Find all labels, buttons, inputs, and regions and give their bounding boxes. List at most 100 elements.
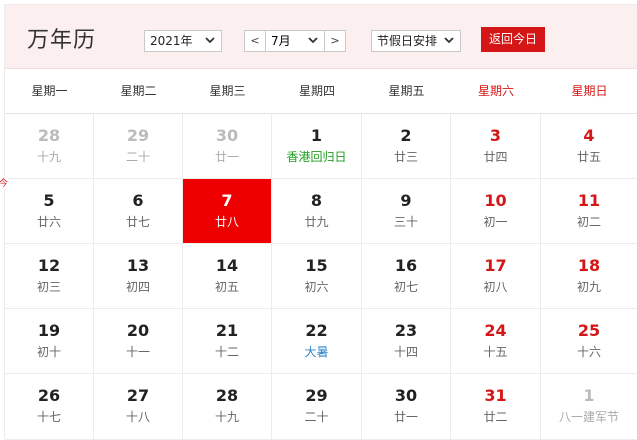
month-select[interactable]: 7月 [266, 30, 324, 52]
lunar-date: 廿二 [483, 410, 508, 424]
day-number: 28 [215, 386, 239, 405]
chevron-down-icon [205, 35, 215, 45]
day-number: 2 [400, 126, 412, 145]
day-cell[interactable]: 4 廿五 [541, 114, 637, 179]
day-number: 14 [215, 256, 239, 275]
day-cell[interactable]: 24 十五 [451, 309, 541, 374]
lunar-date: 廿一 [214, 150, 239, 164]
day-number: 1 [310, 126, 323, 145]
today-marker: 今 [0, 176, 9, 189]
day-cell[interactable]: 3 廿四 [451, 114, 541, 179]
day-cell[interactable]: 28 十九 [5, 114, 94, 179]
day-number: 30 [394, 386, 418, 405]
day-cell[interactable]: 25 十六 [541, 309, 637, 374]
day-number: 26 [37, 386, 61, 405]
prev-month-button[interactable]: < [244, 30, 266, 52]
day-cell[interactable]: 22 大暑 [272, 309, 362, 374]
day-cell[interactable]: 20 十一 [94, 309, 183, 374]
day-cell[interactable]: 13 初四 [94, 244, 183, 309]
day-number: 23 [394, 321, 418, 340]
lunar-date: 十四 [393, 345, 418, 359]
lunar-date: 十八 [125, 410, 150, 424]
lunar-date: 初六 [304, 280, 329, 294]
day-cell[interactable]: 2 廿三 [362, 114, 451, 179]
lunar-date: 香港回归日 [286, 150, 347, 164]
year-select-value: 2021年 [150, 34, 193, 48]
lunar-date: 十五 [483, 345, 508, 359]
chevron-down-icon [444, 35, 454, 45]
back-to-today-button[interactable]: 返回今日 [481, 27, 545, 52]
lunar-date: 初一 [483, 215, 508, 229]
day-cell[interactable]: 14 初五 [183, 244, 272, 309]
lunar-date: 廿九 [304, 215, 329, 229]
day-number: 10 [484, 191, 507, 210]
day-cell[interactable]: 15 初六 [272, 244, 362, 309]
lunar-date: 初七 [393, 280, 418, 294]
lunar-date: 廿五 [576, 150, 601, 164]
day-cell[interactable]: 18 初九 [541, 244, 637, 309]
day-cell[interactable]: 31 廿二 [451, 374, 541, 440]
day-number: 1 [583, 386, 595, 405]
day-cell[interactable]: 5 廿六 [5, 179, 94, 244]
day-cell[interactable]: 10 初一 [451, 179, 541, 244]
lunar-date: 廿三 [393, 150, 418, 164]
lunar-date: 初四 [125, 280, 150, 294]
day-number: 20 [126, 321, 150, 340]
day-number: 8 [310, 191, 323, 210]
day-cell[interactable]: 29 二十 [272, 374, 362, 440]
day-number: 13 [126, 256, 150, 275]
weekday-label: 星期六 [477, 84, 514, 98]
lunar-date: 十九 [36, 150, 61, 164]
page-title: 万年历 [27, 28, 97, 53]
year-select[interactable]: 2021年 [144, 30, 222, 52]
day-cell[interactable]: 27 十八 [94, 374, 183, 440]
holiday-select-value: 节假日安排 [377, 34, 438, 48]
day-cell[interactable]: 6 廿七 [94, 179, 183, 244]
day-cell[interactable]: 1 八一建军节 [541, 374, 637, 440]
day-number: 19 [37, 321, 61, 340]
weekday-header: 星期一 星期二 星期三 星期四 星期五 星期六 星期日 [5, 69, 637, 114]
month-select-value: 7月 [271, 34, 291, 48]
lunar-date: 初八 [483, 280, 508, 294]
next-month-button[interactable]: > [324, 30, 346, 52]
day-number: 16 [394, 256, 418, 275]
day-cell[interactable]: 26 十七 [5, 374, 94, 440]
weekday-label: 星期日 [571, 84, 608, 98]
day-number: 22 [305, 321, 328, 340]
day-cell[interactable]: 1 香港回归日 [272, 114, 362, 179]
day-number: 6 [132, 191, 144, 210]
lunar-date: 十二 [214, 345, 239, 359]
day-cell[interactable]: 30 廿一 [362, 374, 451, 440]
day-number: 29 [126, 126, 150, 145]
day-number: 7 [221, 191, 233, 210]
day-cell[interactable]: 17 初八 [451, 244, 541, 309]
weekday-label: 星期三 [209, 84, 246, 98]
day-number: 31 [484, 386, 507, 405]
day-cell[interactable]: 21 十二 [183, 309, 272, 374]
day-number: 11 [577, 191, 601, 210]
lunar-date: 十六 [576, 345, 601, 359]
day-cell[interactable]: 28 十九 [183, 374, 272, 440]
day-number: 9 [400, 191, 412, 210]
day-cell-today[interactable]: 7 廿八 [183, 179, 272, 244]
day-cell[interactable]: 12 初三 [5, 244, 94, 309]
lunar-date: 十一 [125, 345, 150, 359]
holiday-select[interactable]: 节假日安排 [371, 30, 461, 52]
day-number: 4 [583, 126, 595, 145]
lunar-date: 初三 [36, 280, 61, 294]
day-cell[interactable]: 16 初七 [362, 244, 451, 309]
lunar-date: 廿四 [483, 150, 508, 164]
day-cell[interactable]: 8 廿九 [272, 179, 362, 244]
day-cell[interactable]: 9 三十 [362, 179, 451, 244]
day-number: 21 [215, 321, 239, 340]
calendar-widget: 万年历 2021年 < 7月 > 节假日安排 返回今日 星期一 星期二星期三 星… [4, 4, 637, 440]
lunar-date: 十七 [36, 410, 61, 424]
day-cell[interactable]: 30 廿一 [183, 114, 272, 179]
day-cell[interactable]: 29 二十 [94, 114, 183, 179]
weekday-label: 星期一 [31, 84, 68, 98]
lunar-date: 八一建军节 [558, 410, 619, 424]
day-cell[interactable]: 19 初十 [5, 309, 94, 374]
day-cell[interactable]: 23 十四 [362, 309, 451, 374]
day-cell[interactable]: 11 初二 [541, 179, 637, 244]
lunar-date: 初十 [36, 345, 61, 359]
